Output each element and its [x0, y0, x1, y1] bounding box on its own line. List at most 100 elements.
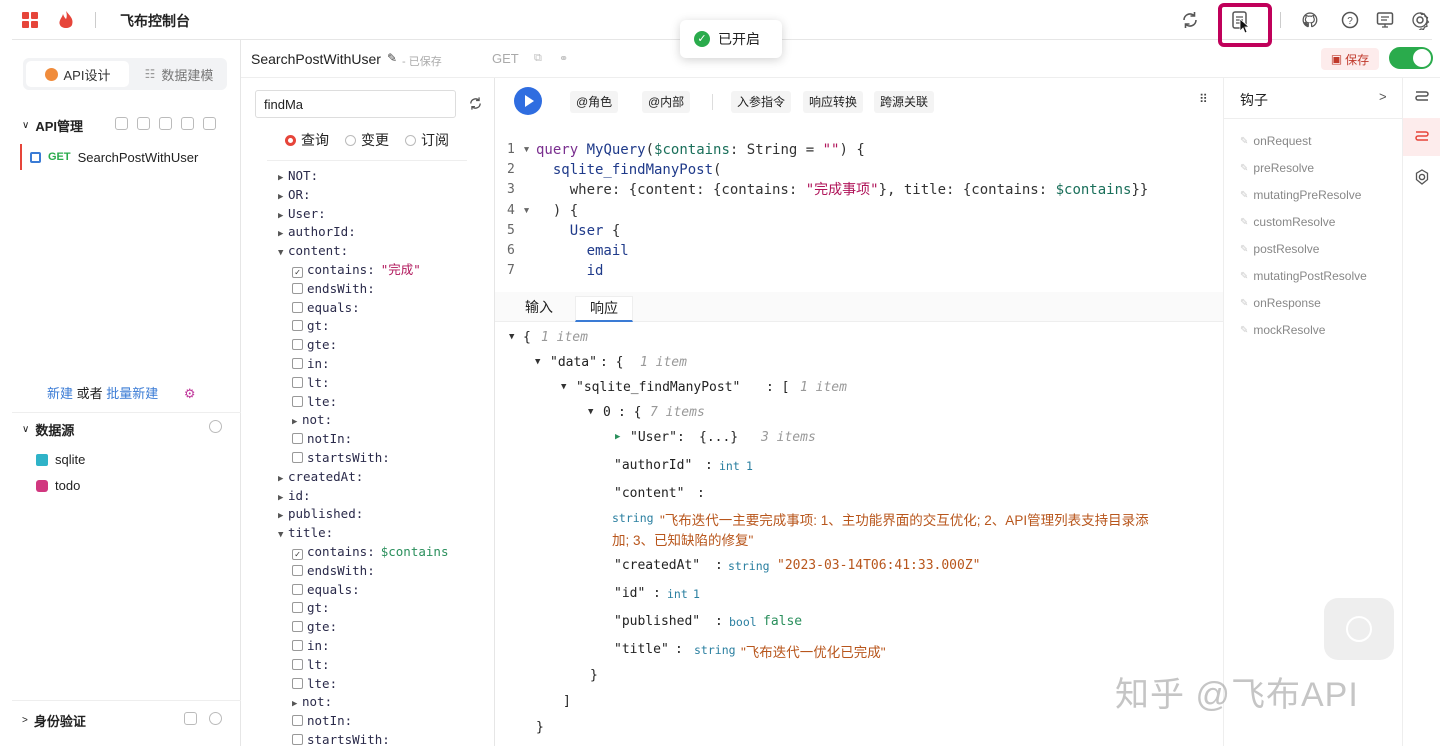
- internal-button[interactable]: @内部: [642, 91, 691, 113]
- checkbox[interactable]: [292, 282, 303, 294]
- collapse-arrow-icon[interactable]: ▼: [278, 244, 288, 263]
- code-line[interactable]: sqlite_findManyPost(: [536, 160, 722, 180]
- field-tree-row[interactable]: gte:: [292, 617, 337, 636]
- hook-item[interactable]: ✎ onRequest: [1240, 134, 1311, 148]
- code-line[interactable]: id: [536, 261, 604, 281]
- save-button[interactable]: ▣ 保存: [1321, 48, 1379, 70]
- hook-item[interactable]: ✎ mutatingPreResolve: [1240, 188, 1361, 202]
- field-tree-row[interactable]: lte:: [292, 674, 337, 693]
- checkbox[interactable]: [292, 433, 303, 445]
- field-tree-row[interactable]: startsWith:: [292, 730, 390, 746]
- checkbox[interactable]: [292, 376, 303, 388]
- field-tree-row[interactable]: ✓ contains: $contains: [292, 542, 448, 561]
- checkbox[interactable]: [292, 452, 303, 463]
- refresh-icon[interactable]: [137, 117, 150, 130]
- radio-query[interactable]: 查询: [285, 130, 329, 150]
- batch-new-link[interactable]: 批量新建: [106, 386, 158, 401]
- cross-source-button[interactable]: 跨源关联: [874, 91, 935, 113]
- field-tree-row[interactable]: equals:: [292, 580, 360, 599]
- role-button[interactable]: @角色: [570, 91, 619, 113]
- hook-item[interactable]: ✎ mutatingPostResolve: [1240, 269, 1367, 283]
- field-tree-row[interactable]: gt:: [292, 598, 330, 617]
- checkbox[interactable]: [292, 715, 303, 727]
- field-tree-row[interactable]: notIn:: [292, 429, 352, 448]
- code-line[interactable]: where: {content: {contains: "完成事项"}, tit…: [536, 180, 1149, 200]
- help-icon[interactable]: ?: [1340, 10, 1360, 30]
- chevron-right-icon[interactable]: >: [1379, 89, 1387, 104]
- checkbox-checked[interactable]: ✓: [292, 549, 303, 560]
- expand-toggle[interactable]: ▶: [615, 432, 620, 442]
- radio-subscription[interactable]: 订阅: [405, 130, 449, 150]
- auth-header[interactable]: > 身份验证: [22, 711, 86, 730]
- checkbox[interactable]: [292, 320, 303, 332]
- collapse-toggle[interactable]: ▼: [509, 332, 514, 342]
- code-line[interactable]: User {: [536, 221, 621, 241]
- field-tree-row[interactable]: ▶ NOT:: [278, 166, 318, 185]
- edit-icon[interactable]: ✎: [387, 51, 397, 65]
- field-tree-row[interactable]: in:: [292, 354, 330, 373]
- field-tree-row[interactable]: lt:: [292, 373, 330, 392]
- field-tree-row[interactable]: ▶ not:: [292, 410, 332, 429]
- field-tree-row[interactable]: ▶ not:: [292, 692, 332, 711]
- field-tree-row[interactable]: ▶ OR:: [278, 185, 311, 204]
- checkbox[interactable]: [292, 734, 303, 745]
- field-tree-row[interactable]: ▶ createdAt:: [278, 467, 363, 486]
- datasource-item[interactable]: todo: [36, 478, 80, 493]
- settings-icon[interactable]: ⚙: [184, 386, 196, 401]
- field-tree-row[interactable]: ✓ contains: "完成": [292, 260, 421, 279]
- param-directive-button[interactable]: 入参指令: [731, 91, 792, 113]
- hook-item[interactable]: ✎ preResolve: [1240, 161, 1314, 175]
- tab-api-design[interactable]: API设计: [26, 61, 129, 87]
- collapse-arrow-icon[interactable]: ▼: [278, 526, 288, 545]
- checkbox[interactable]: [292, 339, 303, 351]
- hook-item[interactable]: ✎ onResponse: [1240, 296, 1321, 310]
- code-line[interactable]: ) {: [536, 201, 578, 221]
- collapse-toggle[interactable]: ▼: [588, 407, 593, 417]
- checkbox[interactable]: [292, 640, 303, 651]
- code-line[interactable]: email: [536, 241, 629, 261]
- field-tree-row[interactable]: gt:: [292, 316, 330, 335]
- code-line[interactable]: query MyQuery($contains: String = "") {: [536, 140, 865, 160]
- hook-item[interactable]: ✎ postResolve: [1240, 242, 1319, 256]
- datasource-header[interactable]: ∨ 数据源: [22, 420, 74, 439]
- checkbox[interactable]: [292, 621, 303, 633]
- json-collapsed[interactable]: {...}: [699, 430, 738, 445]
- github-icon[interactable]: [1300, 10, 1320, 30]
- field-tree-row[interactable]: endsWith:: [292, 561, 375, 580]
- checkbox-checked[interactable]: ✓: [292, 267, 303, 278]
- refresh-icon[interactable]: [468, 96, 483, 111]
- add-icon[interactable]: [209, 420, 222, 433]
- checkbox[interactable]: [292, 358, 303, 369]
- hook-active-icon[interactable]: [1413, 128, 1431, 146]
- field-tree-row[interactable]: lte:: [292, 392, 337, 411]
- field-value[interactable]: $contains: [381, 544, 449, 559]
- hook-route-icon[interactable]: [1413, 88, 1431, 106]
- response-transform-button[interactable]: 响应转换: [803, 91, 864, 113]
- datasource-item[interactable]: sqlite: [36, 452, 85, 467]
- link-icon[interactable]: ⚭: [559, 52, 568, 65]
- field-tree-row[interactable]: ▶ id:: [278, 486, 311, 505]
- api-management-header[interactable]: ∨ API管理: [22, 116, 83, 135]
- checkbox[interactable]: [292, 583, 303, 595]
- field-tree-row[interactable]: ▶ published:: [278, 504, 363, 523]
- filter-icon[interactable]: [115, 117, 128, 130]
- field-tree-row[interactable]: equals:: [292, 298, 360, 317]
- collapse-toggle[interactable]: ▼: [535, 357, 540, 367]
- target-icon[interactable]: [159, 117, 172, 130]
- field-tree-row[interactable]: startsWith:: [292, 448, 390, 467]
- run-button[interactable]: [514, 87, 542, 115]
- enable-toggle[interactable]: [1389, 47, 1433, 69]
- expand-icon[interactable]: ⠿: [1199, 92, 1208, 106]
- refresh-icon[interactable]: [1180, 10, 1200, 30]
- checkbox[interactable]: [292, 658, 303, 670]
- field-tree-row[interactable]: gte:: [292, 335, 337, 354]
- new-link[interactable]: 新建: [47, 386, 73, 401]
- role-icon[interactable]: [184, 712, 197, 725]
- field-tree-row[interactable]: notIn:: [292, 711, 352, 730]
- apps-grid-icon[interactable]: [22, 12, 38, 28]
- monitor-icon[interactable]: [1375, 10, 1395, 30]
- field-tree-row[interactable]: ▶ authorId:: [278, 222, 356, 241]
- hook-item[interactable]: ✎ mockResolve: [1240, 323, 1325, 337]
- checkbox[interactable]: [292, 602, 303, 614]
- checkbox[interactable]: [292, 677, 303, 689]
